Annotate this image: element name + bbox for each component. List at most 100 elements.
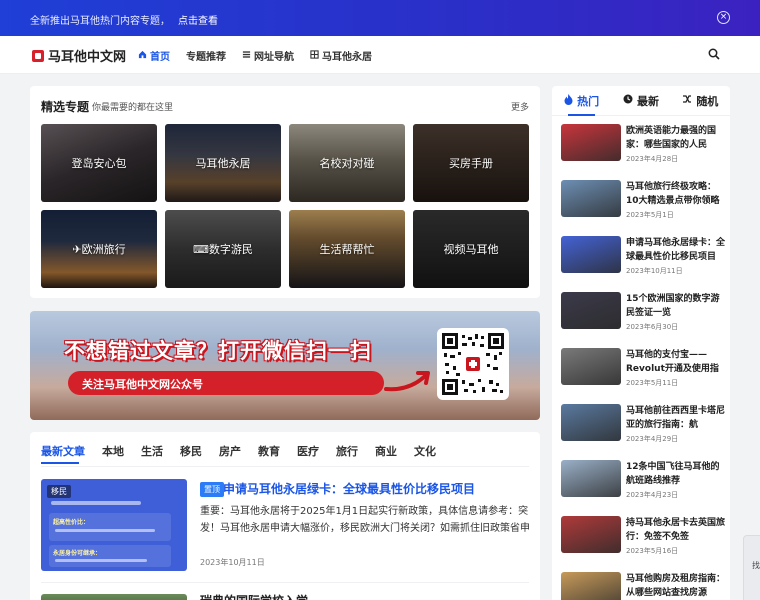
popular-item-thumbnail[interactable] xyxy=(561,460,621,497)
popular-item-title[interactable]: 15个欧洲国家的数字游民签证一览 xyxy=(626,292,726,320)
tab-newest[interactable]: 最新 xyxy=(611,86,670,115)
topic-tile[interactable]: 视频马耳他 xyxy=(413,210,529,288)
divider xyxy=(41,582,529,583)
notice-link[interactable]: 点击查看 xyxy=(178,16,218,27)
site-header: 马耳他中文网 首页 专题推荐 网址导航 马耳他永居 xyxy=(0,36,760,74)
floating-widget[interactable]: 找 xyxy=(743,535,760,600)
thumb-label: 超高性价比： xyxy=(53,519,90,526)
popular-item[interactable]: 15个欧洲国家的数字游民签证一览 2023年6月30日 xyxy=(561,292,724,348)
nav-item-directory[interactable]: 网址导航 xyxy=(242,48,294,63)
sidebar-tabs: 热门 最新 随机 xyxy=(552,86,730,116)
popular-item-thumbnail[interactable] xyxy=(561,236,621,273)
topic-tile[interactable]: 生活帮帮忙 xyxy=(289,210,405,288)
popular-item-date: 2023年5月16日 xyxy=(626,547,679,555)
widget-label: 找 xyxy=(752,561,760,570)
grid-icon xyxy=(310,49,319,62)
wechat-banner[interactable]: 不想错过文章？打开微信扫一扫 关注马耳他中文网公众号 xyxy=(30,311,540,420)
section-subtitle: 你最需要的都在这里 xyxy=(92,103,174,113)
popular-list: 欧洲英语能力最强的国家：哪些国家的人民可... 2023年4月28日马耳他旅行终极… xyxy=(561,124,726,600)
topic-tile[interactable]: ⌨数字游民 xyxy=(165,210,281,288)
popular-item-date: 2023年4月29日 xyxy=(626,435,679,443)
sidebar-popular: 热门 最新 随机 欧洲英语能力最强的国家：哪些国家的人民可... 2023年4月2… xyxy=(552,86,730,600)
popular-item-thumbnail[interactable] xyxy=(561,348,621,385)
popular-item-thumbnail[interactable] xyxy=(561,572,621,600)
popular-item-date: 2023年4月28日 xyxy=(626,155,679,163)
popular-item-title[interactable]: 持马耳他永居卡去英国旅行：免签不免签 xyxy=(626,516,726,544)
popular-item[interactable]: 马耳他的支付宝——Revolut开通及使用指南 2023年5月11日 xyxy=(561,348,724,404)
topic-tile[interactable]: 名校对对碰 xyxy=(289,124,405,202)
site-logo[interactable]: 马耳他中文网 xyxy=(32,46,126,65)
popular-item-title[interactable]: 马耳他旅行终极攻略：10大精选景点带你领略岛... xyxy=(626,180,726,208)
category-tag: 移民 xyxy=(47,485,71,498)
topic-tile[interactable]: ✈欧洲旅行 xyxy=(41,210,157,288)
popular-item[interactable]: 欧洲英语能力最强的国家：哪些国家的人民可... 2023年4月28日 xyxy=(561,124,724,180)
popular-item-title[interactable]: 马耳他购房及租房指南：从哪些网站查找房源 xyxy=(626,572,726,600)
pinned-badge: 置顶 xyxy=(200,482,224,497)
popular-item-thumbnail[interactable] xyxy=(561,404,621,441)
popular-item[interactable]: 持马耳他永居卡去英国旅行：免签不免签 2023年5月16日 xyxy=(561,516,726,572)
topic-tile[interactable]: 马耳他永居 xyxy=(165,124,281,202)
tab-life[interactable]: 生活 xyxy=(141,443,163,459)
banner-ribbon: 关注马耳他中文网公众号 xyxy=(68,371,384,395)
popular-item-thumbnail[interactable] xyxy=(561,180,621,217)
popular-item-title[interactable]: 申请马耳他永居绿卡：全球最具性价比移民项目 xyxy=(626,236,726,264)
popular-item-thumbnail[interactable] xyxy=(561,516,621,553)
clock-icon xyxy=(623,94,633,107)
popular-item-date: 2023年6月30日 xyxy=(626,323,679,331)
popular-item[interactable]: 12条中国飞往马耳他的航班路线推荐 2023年4月23日 xyxy=(561,460,724,516)
popular-item-thumbnail[interactable] xyxy=(561,292,621,329)
nav-item-home[interactable]: 首页 xyxy=(138,48,170,63)
tab-local[interactable]: 本地 xyxy=(102,443,124,459)
article-title[interactable]: 瑞典的国际学校入学... xyxy=(200,592,520,600)
shuffle-icon xyxy=(682,94,692,107)
nav-item-residency[interactable]: 马耳他永居 xyxy=(310,48,372,63)
logo-icon xyxy=(32,49,44,62)
popular-item[interactable]: 申请马耳他永居绿卡：全球最具性价比移民项目 2023年10月11日 xyxy=(561,236,726,292)
featured-topics: 精选专题 你最需要的都在这里 更多 登岛安心包 马耳他永居 名校对对碰 买房手册… xyxy=(30,86,540,298)
tab-underline xyxy=(41,462,79,464)
tab-random[interactable]: 随机 xyxy=(671,86,730,115)
flame-icon xyxy=(564,93,573,108)
tab-education[interactable]: 教育 xyxy=(258,443,280,459)
topic-tile[interactable]: 买房手册 xyxy=(413,124,529,202)
popular-item-title[interactable]: 马耳他前往西西里卡塔尼亚的旅行指南：航线、... xyxy=(626,404,726,432)
close-icon[interactable]: × xyxy=(717,11,730,24)
category-tabs: 最新文章 本地 生活 移民 房产 教育 医疗 旅行 商业 文化 xyxy=(41,443,436,459)
tab-immigration[interactable]: 移民 xyxy=(180,443,202,459)
tab-medical[interactable]: 医疗 xyxy=(297,443,319,459)
topic-grid: 登岛安心包 马耳他永居 名校对对碰 买房手册 ✈欧洲旅行 ⌨数字游民 生活帮帮忙… xyxy=(41,124,529,288)
article-thumbnail[interactable]: 移民 超高性价比： 永居身份可继承： xyxy=(41,479,187,571)
popular-item-date: 2023年5月11日 xyxy=(626,379,679,387)
main-nav: 首页 专题推荐 网址导航 马耳他永居 xyxy=(138,48,372,63)
article-date: 2023年10月11日 xyxy=(200,558,265,567)
notice-bar: 全新推出马耳他热门内容专题， 点击查看 × xyxy=(0,0,760,36)
popular-item-title[interactable]: 12条中国飞往马耳他的航班路线推荐 xyxy=(626,460,726,488)
search-icon[interactable] xyxy=(708,48,720,60)
article-thumbnail[interactable] xyxy=(41,594,187,600)
tab-hot[interactable]: 热门 xyxy=(552,86,611,116)
tab-latest[interactable]: 最新文章 xyxy=(41,443,85,459)
tab-culture[interactable]: 文化 xyxy=(414,443,436,459)
tab-business[interactable]: 商业 xyxy=(375,443,397,459)
popular-item-date: 2023年4月23日 xyxy=(626,491,679,499)
thumb-line xyxy=(55,559,147,562)
popular-item-title[interactable]: 欧洲英语能力最强的国家：哪些国家的人民可... xyxy=(626,124,726,152)
logo-text: 马耳他中文网 xyxy=(48,50,127,65)
list-icon xyxy=(242,50,251,62)
topic-tile[interactable]: 登岛安心包 xyxy=(41,124,157,202)
thumb-label: 永居身份可继承： xyxy=(53,550,102,557)
more-link[interactable]: 更多 xyxy=(511,100,529,113)
popular-item-date: 2023年10月11日 xyxy=(626,267,683,275)
popular-item-thumbnail[interactable] xyxy=(561,124,621,161)
thumb-line xyxy=(51,501,141,505)
qr-code xyxy=(437,328,509,400)
nav-item-topics[interactable]: 专题推荐 xyxy=(186,48,226,63)
popular-item-title[interactable]: 马耳他的支付宝——Revolut开通及使用指南 xyxy=(626,348,726,376)
article-title[interactable]: 申请马耳他永居绿卡：全球最具性价比移民项目 xyxy=(223,480,523,497)
popular-item[interactable]: 马耳他购房及租房指南：从哪些网站查找房源 xyxy=(561,572,726,600)
tab-property[interactable]: 房产 xyxy=(219,443,241,459)
popular-item[interactable]: 马耳他前往西西里卡塔尼亚的旅行指南：航线、... 2023年4月29日 xyxy=(561,404,726,460)
tab-travel[interactable]: 旅行 xyxy=(336,443,358,459)
thumb-line xyxy=(55,529,155,532)
popular-item[interactable]: 马耳他旅行终极攻略：10大精选景点带你领略岛... 2023年5月1日 xyxy=(561,180,724,236)
